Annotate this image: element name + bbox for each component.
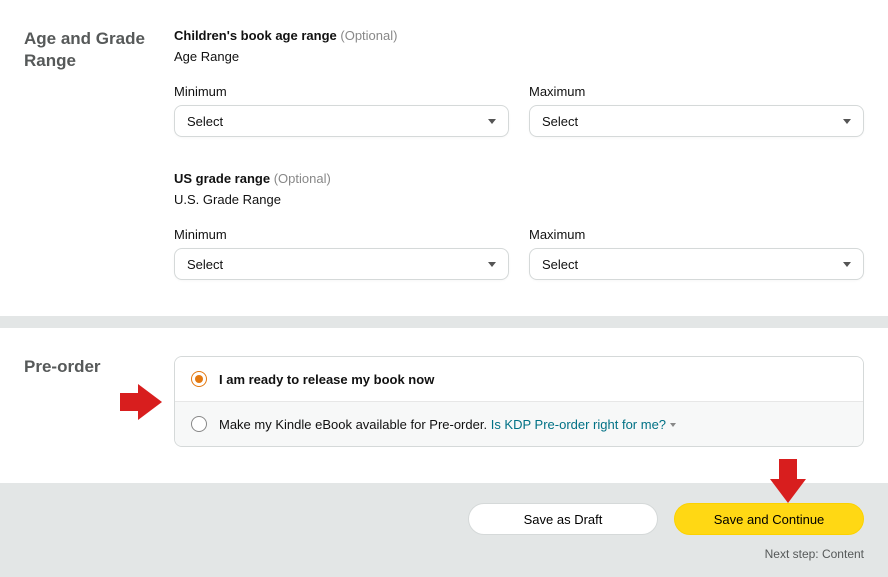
age-max-value: Select <box>542 114 578 129</box>
radio-icon <box>191 416 207 432</box>
preorder-option-preorder[interactable]: Make my Kindle eBook available for Pre-o… <box>175 401 863 446</box>
preorder-option-preorder-label: Make my Kindle eBook available for Pre-o… <box>219 417 487 432</box>
grade-max-select[interactable]: Select <box>529 248 864 280</box>
save-continue-button[interactable]: Save and Continue <box>674 503 864 535</box>
preorder-learn-more-link[interactable]: Is KDP Pre-order right for me? <box>491 417 666 432</box>
age-range-optional: (Optional) <box>340 28 397 43</box>
grade-range-title: US grade range <box>174 171 270 186</box>
age-range-title: Children's book age range <box>174 28 337 43</box>
age-min-value: Select <box>187 114 223 129</box>
chevron-down-icon <box>488 119 496 124</box>
save-draft-button[interactable]: Save as Draft <box>468 503 658 535</box>
chevron-down-icon <box>843 119 851 124</box>
section-heading-age-grade: Age and Grade Range <box>24 28 174 72</box>
age-min-select[interactable]: Select <box>174 105 509 137</box>
grade-max-value: Select <box>542 257 578 272</box>
grade-min-value: Select <box>187 257 223 272</box>
grade-max-label: Maximum <box>529 227 864 242</box>
grade-min-select[interactable]: Select <box>174 248 509 280</box>
chevron-down-icon <box>843 262 851 267</box>
age-max-label: Maximum <box>529 84 864 99</box>
age-min-label: Minimum <box>174 84 509 99</box>
age-range-subtitle: Age Range <box>174 49 864 64</box>
grade-range-optional: (Optional) <box>274 171 331 186</box>
chevron-down-icon <box>670 423 676 427</box>
annotation-arrow-icon <box>770 479 806 503</box>
chevron-down-icon <box>488 262 496 267</box>
next-step-hint: Next step: Content <box>0 547 888 577</box>
section-heading-preorder: Pre-order <box>24 356 174 378</box>
radio-icon <box>191 371 207 387</box>
preorder-option-release-now[interactable]: I am ready to release my book now <box>175 357 863 401</box>
age-max-select[interactable]: Select <box>529 105 864 137</box>
annotation-arrow-icon <box>138 384 162 420</box>
grade-range-subtitle: U.S. Grade Range <box>174 192 864 207</box>
preorder-option-release-now-label: I am ready to release my book now <box>219 372 434 387</box>
grade-min-label: Minimum <box>174 227 509 242</box>
